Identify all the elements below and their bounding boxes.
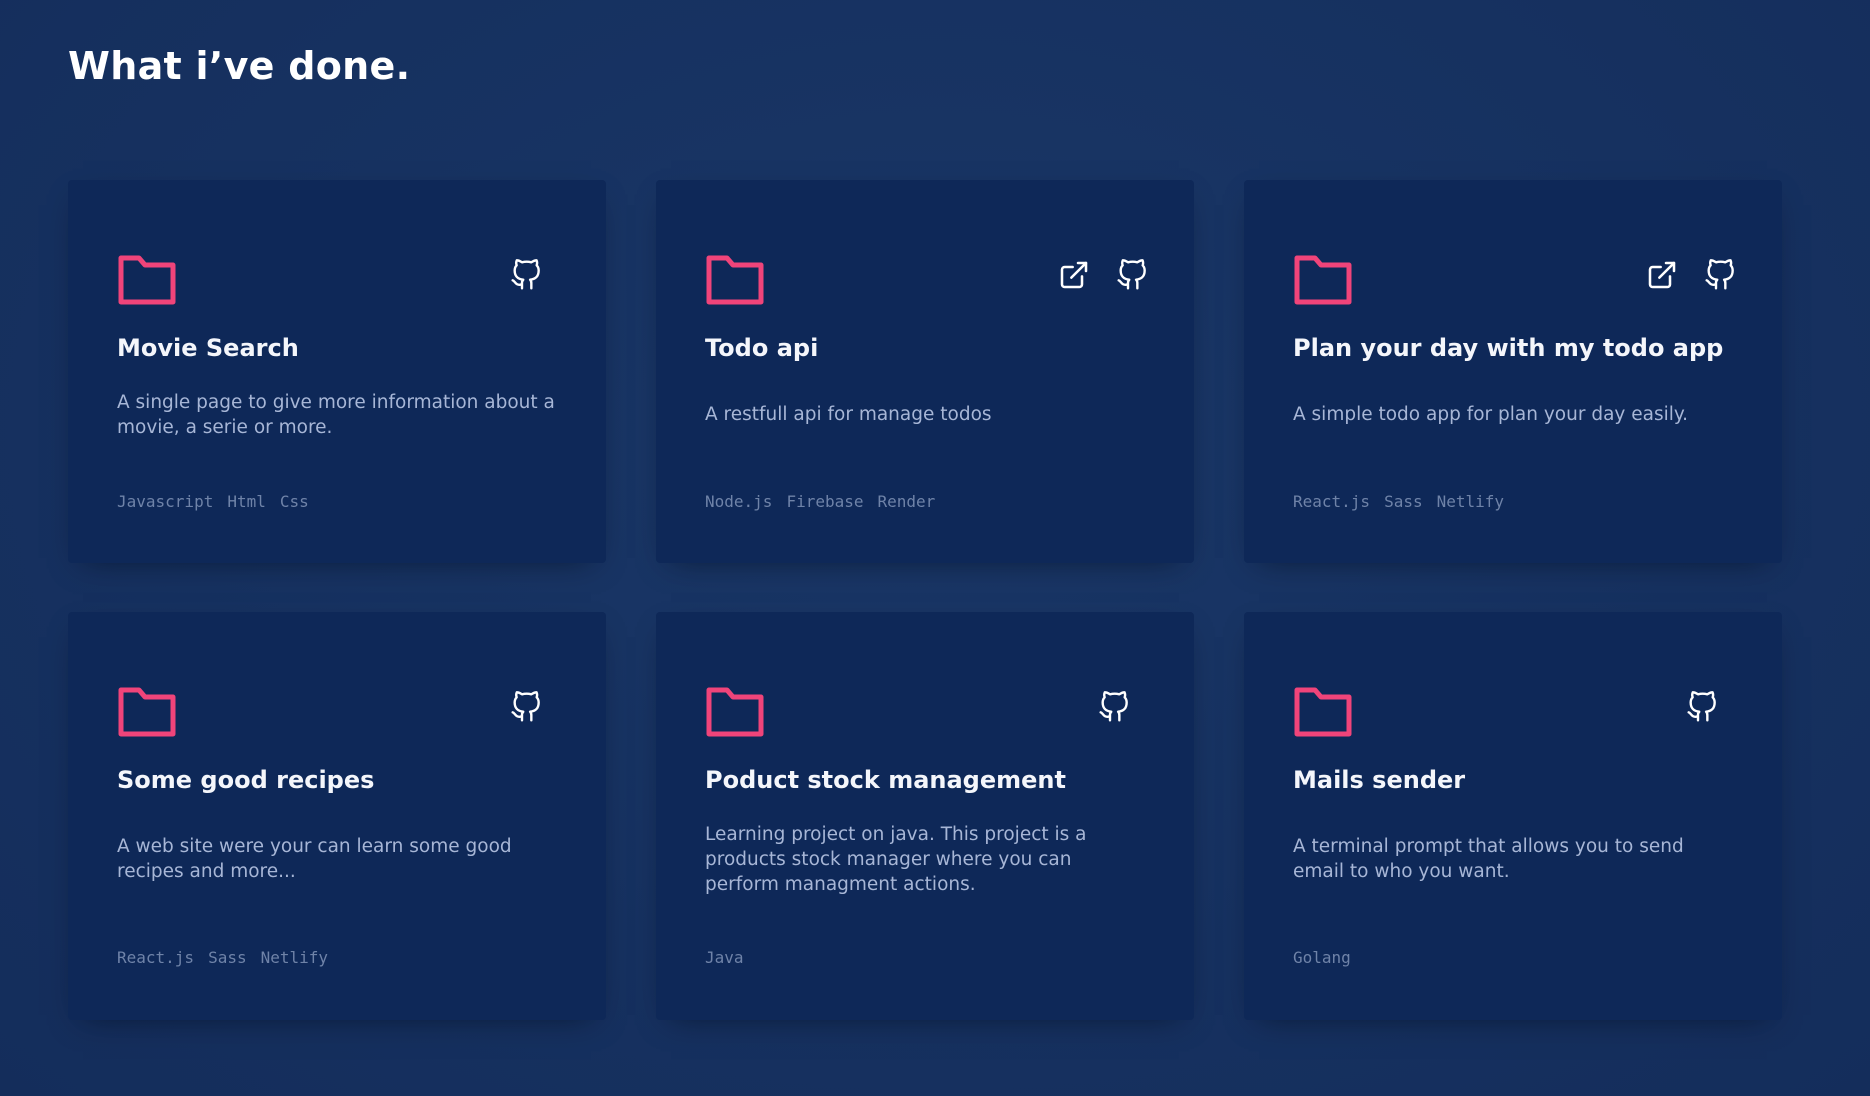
tech-tag: Sass: [1384, 492, 1423, 511]
github-icon[interactable]: [1704, 258, 1736, 292]
tech-tag: Java: [705, 948, 744, 967]
external-link-icon[interactable]: [1058, 258, 1090, 292]
folder-icon: [118, 255, 176, 305]
project-description: A simple todo app for plan your day easi…: [1293, 404, 1689, 425]
project-card[interactable]: Plan your day with my todo app A simple …: [1244, 180, 1782, 563]
project-title[interactable]: Mails sender: [1293, 766, 1465, 794]
tech-tag: React.js: [117, 948, 195, 967]
project-card[interactable]: Some good recipes A web site were your c…: [68, 612, 606, 1020]
folder-icon: [1294, 687, 1352, 737]
project-description: A web site were your can learn some good…: [117, 836, 512, 882]
project-card[interactable]: Movie Search A single page to give more …: [68, 180, 606, 563]
project-links: [1098, 690, 1130, 724]
tech-tag: Node.js: [705, 492, 773, 511]
tech-tag: Css: [279, 492, 309, 511]
project-description: A restfull api for manage todos: [705, 404, 992, 425]
project-title[interactable]: Movie Search: [117, 334, 299, 362]
project-tech-list: React.js Sass Netlify: [117, 948, 328, 967]
tech-tag: Html: [227, 492, 266, 511]
tech-tag: Sass: [208, 948, 247, 967]
project-title[interactable]: Some good recipes: [117, 766, 374, 794]
github-icon[interactable]: [1098, 690, 1130, 724]
project-tech-list: Java: [705, 948, 744, 967]
projects-grid: Movie Search A single page to give more …: [68, 180, 1782, 1020]
folder-icon: [1294, 255, 1352, 305]
tech-tag: Javascript: [117, 492, 214, 511]
project-links: [1646, 258, 1736, 292]
tech-tag: Golang: [1293, 948, 1351, 967]
section-title: What i’ve done.: [68, 44, 411, 88]
project-title[interactable]: Plan your day with my todo app: [1293, 334, 1723, 362]
github-icon[interactable]: [1116, 258, 1148, 292]
project-links: [1058, 258, 1148, 292]
tech-tag: Render: [877, 492, 936, 511]
project-links: [510, 258, 542, 292]
tech-tag: React.js: [1293, 492, 1371, 511]
external-link-icon[interactable]: [1646, 258, 1678, 292]
project-links: [1686, 690, 1718, 724]
project-tech-list: Javascript Html Css: [117, 492, 309, 511]
github-icon[interactable]: [510, 690, 542, 724]
project-card[interactable]: Mails sender A terminal prompt that allo…: [1244, 612, 1782, 1020]
project-description: A terminal prompt that allows you to sen…: [1293, 836, 1684, 882]
github-icon[interactable]: [510, 258, 542, 292]
project-card[interactable]: Poduct stock management Learning project…: [656, 612, 1194, 1020]
project-title[interactable]: Todo api: [705, 334, 818, 362]
tech-tag: Firebase: [786, 492, 864, 511]
folder-icon: [706, 687, 764, 737]
project-tech-list: React.js Sass Netlify: [1293, 492, 1504, 511]
project-title[interactable]: Poduct stock management: [705, 766, 1066, 794]
project-card[interactable]: Todo api A restfull api for manage todos…: [656, 180, 1194, 563]
tech-tag: Netlify: [260, 948, 329, 967]
project-tech-list: Golang: [1293, 948, 1351, 967]
folder-icon: [118, 687, 176, 737]
github-icon[interactable]: [1686, 690, 1718, 724]
folder-icon: [706, 255, 764, 305]
project-description: A single page to give more information a…: [117, 392, 555, 438]
project-description: Learning project on java. This project i…: [705, 824, 1087, 895]
project-tech-list: Node.js Firebase Render: [705, 492, 935, 511]
tech-tag: Netlify: [1436, 492, 1505, 511]
projects-page: What i’ve done. Movie Search A single pa…: [0, 0, 1870, 1096]
project-links: [510, 690, 542, 724]
